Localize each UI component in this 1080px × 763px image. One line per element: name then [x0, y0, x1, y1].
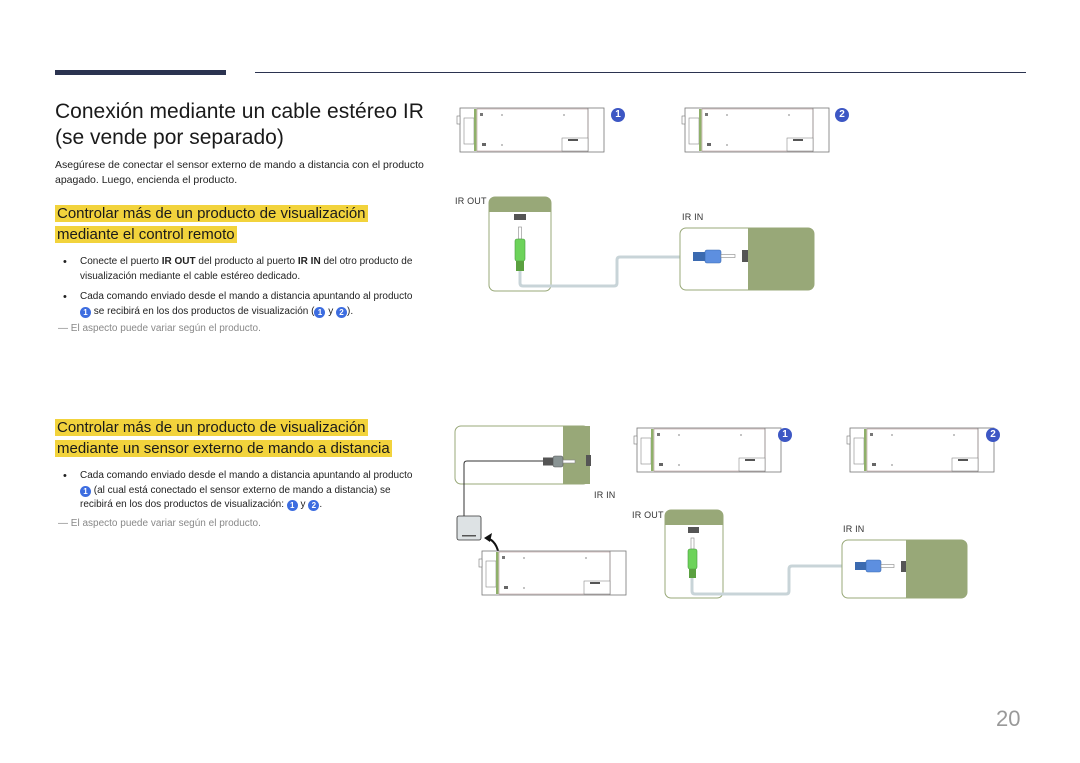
display-1-rear-view: [456, 107, 605, 153]
page-number: 20: [996, 706, 1021, 731]
display-1-rear-view-b: [633, 427, 782, 473]
external-ir-sensor-icon: [456, 515, 482, 541]
ir-out-label-b: IR OUT: [632, 510, 664, 520]
display-badge-1-b: 1: [778, 428, 792, 442]
sensor-port: [586, 455, 591, 466]
sensor-panel-green-right: [563, 426, 589, 484]
sensor-ir-in-label: IR IN: [594, 490, 616, 500]
display-badge-2: 2: [835, 108, 849, 122]
display-badge-2-b: 2: [986, 428, 1000, 442]
ir-out-label: IR OUT: [455, 196, 487, 206]
display-with-sensor-rear-view: [478, 550, 627, 596]
display-badge-1: 1: [611, 108, 625, 122]
ir-in-label: IR IN: [682, 212, 704, 222]
ir-in-label-b: IR IN: [843, 524, 865, 534]
display-2-rear-view: [681, 107, 830, 153]
diagram-canvas: [454, 107, 995, 599]
display-2-rear-view-b: [846, 427, 995, 473]
